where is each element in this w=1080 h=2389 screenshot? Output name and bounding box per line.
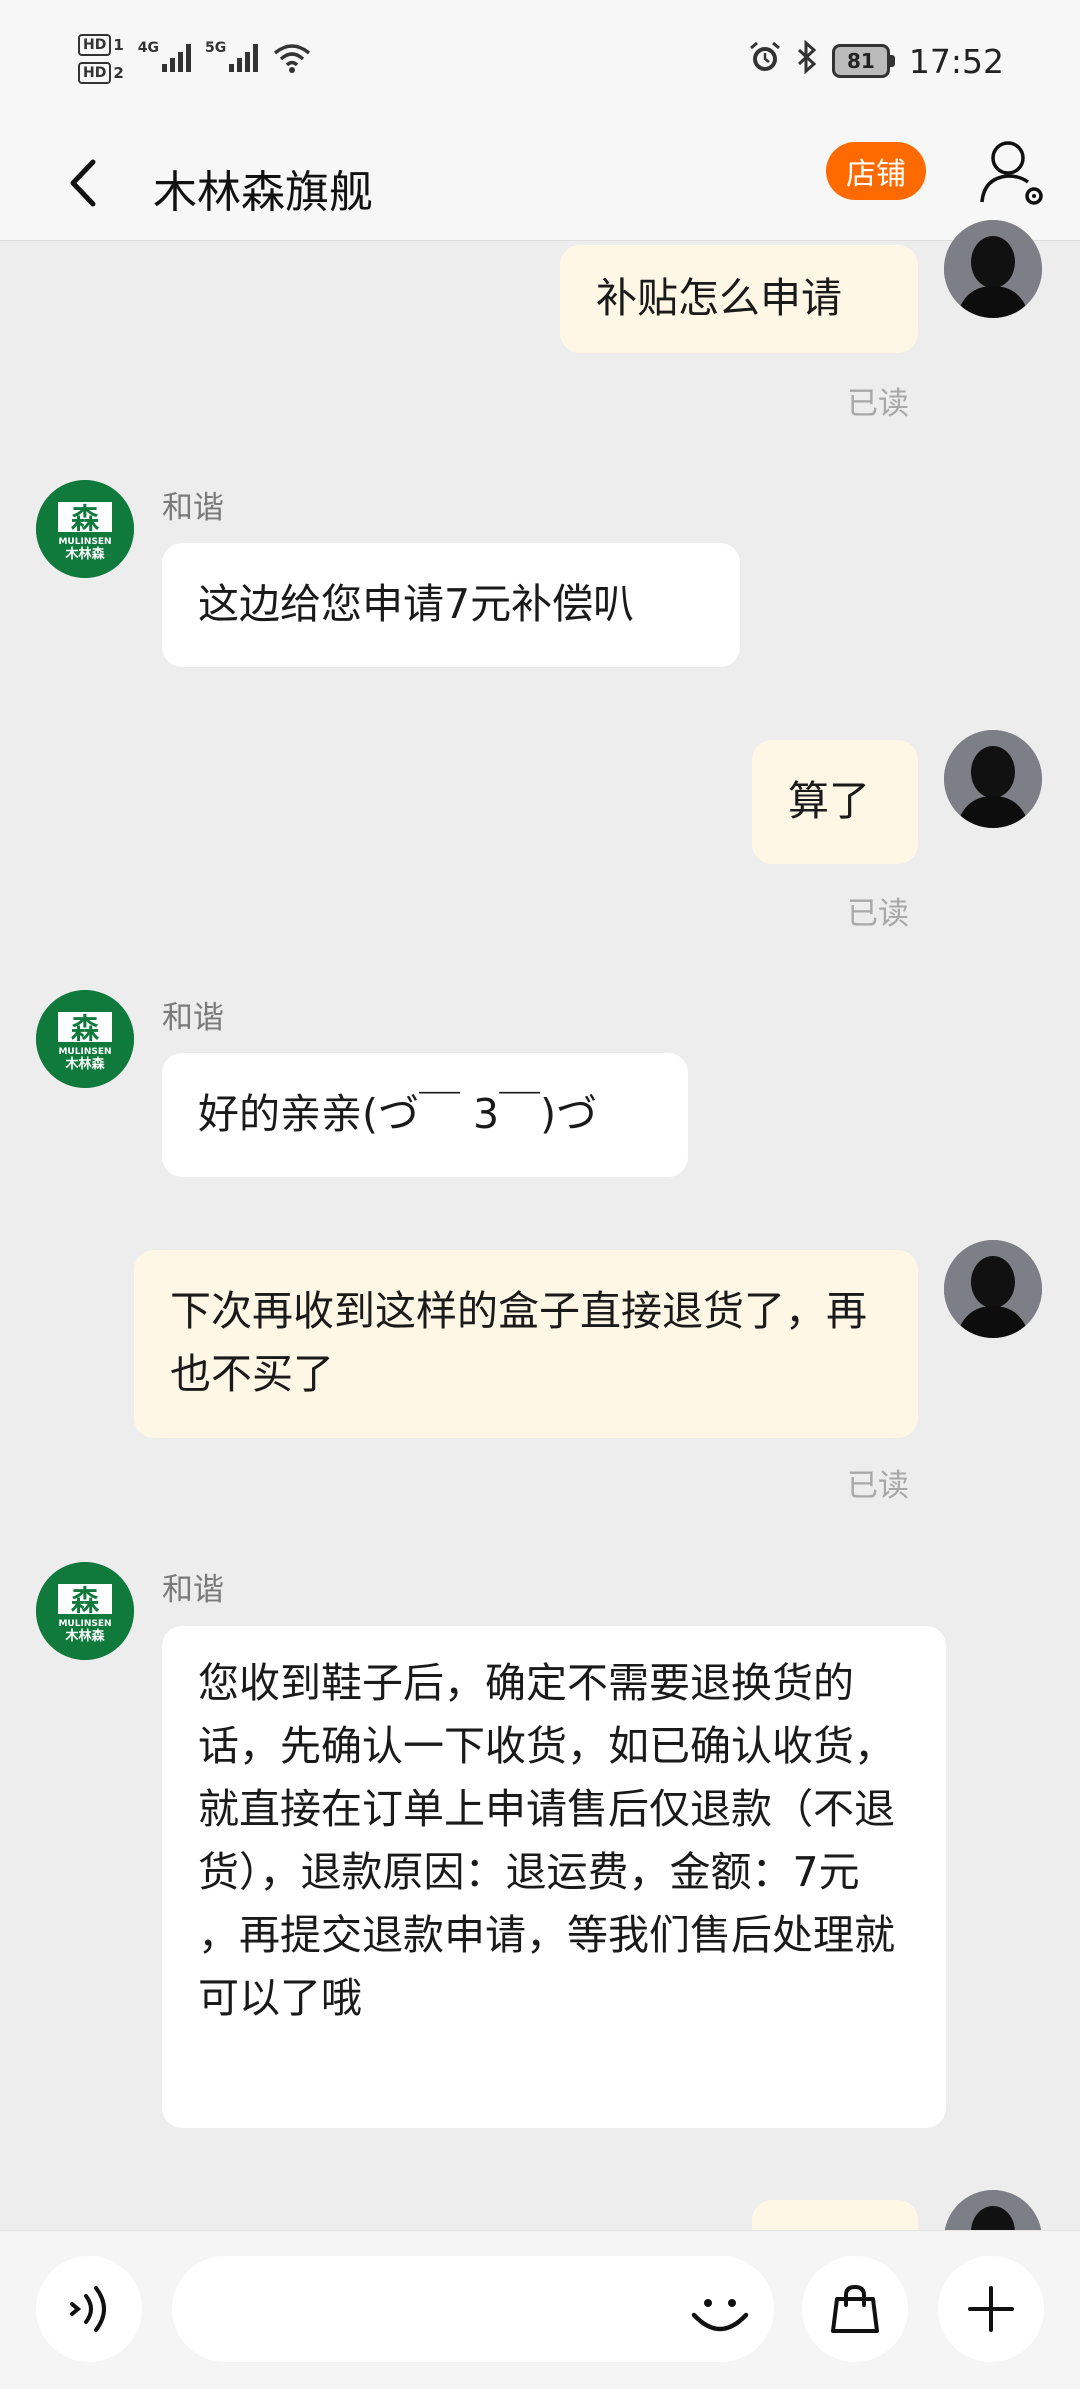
emoji-button[interactable] — [680, 2271, 760, 2351]
back-arrow-icon — [70, 159, 96, 207]
their-message-bubble[interactable]: 好的亲亲(づ￣ 3￣)づ — [162, 1053, 688, 1177]
alarm-icon — [748, 40, 782, 82]
hd2-icon: HD 2 — [78, 62, 124, 84]
signal-1: 4G — [138, 40, 192, 72]
input-bar — [0, 2230, 1080, 2389]
hd-indicators: HD 1 HD 2 — [78, 34, 124, 84]
logo-brand-en: MULINSEN — [58, 1047, 111, 1057]
voice-icon — [70, 2286, 106, 2332]
read-receipt: 已读 — [847, 1468, 909, 1504]
sender-name: 和谐 — [162, 1000, 224, 1036]
logo-brand-cn: 木林森 — [64, 1056, 105, 1072]
logo-mark: 森 — [71, 1012, 100, 1045]
read-receipt: 已读 — [847, 896, 909, 932]
shop-avatar[interactable]: 森 MULINSEN 木林森 — [36, 480, 134, 578]
my-avatar[interactable] — [944, 1240, 1042, 1338]
shop-avatar[interactable]: 森 MULINSEN 木林森 — [36, 1562, 134, 1660]
emoji-icon — [691, 2299, 749, 2332]
shop-button[interactable]: 店铺 — [826, 142, 926, 200]
user-settings-icon — [980, 141, 1043, 205]
user-settings-button[interactable] — [978, 138, 1048, 208]
plus-icon — [968, 2286, 1014, 2332]
battery-icon: 81 — [831, 44, 895, 78]
logo-mark: 森 — [71, 502, 100, 535]
signal-bars-icon — [162, 42, 192, 72]
my-avatar[interactable] — [944, 730, 1042, 828]
sender-name: 和谐 — [162, 1572, 224, 1608]
my-message-bubble[interactable]: 补贴怎么申请 — [560, 245, 918, 353]
status-right: 81 17:52 — [748, 39, 1004, 82]
bluetooth-icon — [796, 39, 818, 82]
back-button[interactable] — [48, 148, 118, 218]
shop-avatar[interactable]: 森 MULINSEN 木林森 — [36, 990, 134, 1088]
wifi-icon — [272, 42, 312, 78]
chat-title: 木林森旗舰 — [153, 167, 373, 218]
sender-name: 和谐 — [162, 490, 224, 526]
hd1-icon: HD 1 — [78, 34, 124, 56]
logo-mark: 森 — [71, 1584, 100, 1617]
their-message-bubble[interactable]: 您收到鞋子后，确定不需要退换货的话，先确认一下收货，如已确认收货，就直接在订单上… — [162, 1626, 946, 2128]
bag-icon — [831, 2284, 879, 2333]
status-left: HD 1 HD 2 4G 5G — [78, 34, 312, 84]
their-message-bubble[interactable]: 这边给您申请7元补偿叭 — [162, 543, 740, 667]
my-avatar[interactable] — [944, 220, 1042, 318]
read-receipt: 已读 — [847, 386, 909, 422]
chat-header: 木林森旗舰 店铺 — [0, 130, 1080, 241]
logo-brand-en: MULINSEN — [58, 537, 111, 547]
logo-brand-cn: 木林森 — [64, 546, 105, 562]
my-message-bubble[interactable]: 下次再收到这样的盒子直接退货了，再也不买了 — [134, 1250, 918, 1438]
my-message-bubble[interactable]: 算了 — [752, 740, 918, 864]
signal-2: 5G — [205, 40, 259, 72]
voice-button[interactable] — [36, 2256, 142, 2362]
signal-bars-icon — [229, 42, 259, 72]
clock: 17:52 — [908, 41, 1004, 81]
more-button[interactable] — [938, 2256, 1044, 2362]
logo-brand-en: MULINSEN — [58, 1619, 111, 1629]
status-bar: HD 1 HD 2 4G 5G 81 17:52 — [0, 0, 1080, 130]
shopping-bag-button[interactable] — [802, 2256, 908, 2362]
logo-brand-cn: 木林森 — [64, 1628, 105, 1644]
